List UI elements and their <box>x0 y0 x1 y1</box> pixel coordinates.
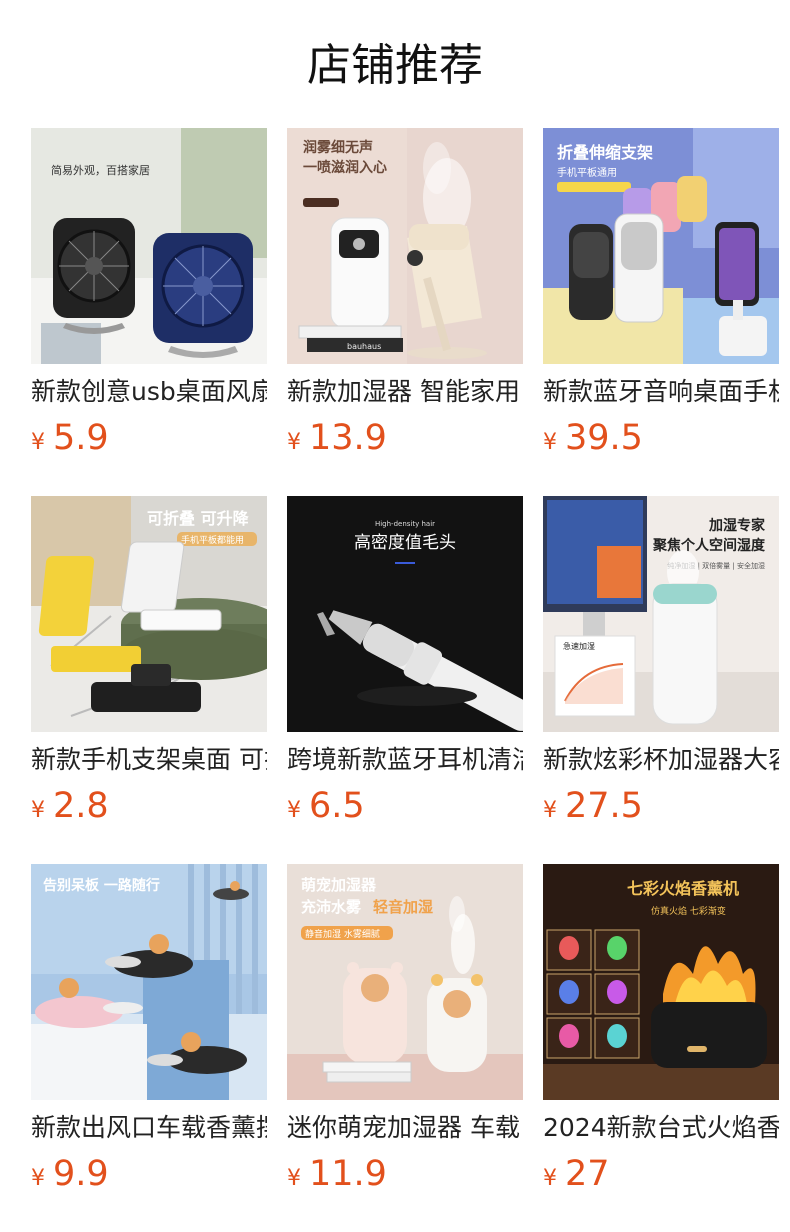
product-image-caption: High-density hair <box>375 520 435 528</box>
price-value: 39.5 <box>565 418 643 458</box>
product-image-caption: 可折叠 可升降 <box>147 509 250 528</box>
product-card[interactable]: 折叠伸缩支架 手机平板通用 新款蓝牙音响桌面手机支架 <box>543 128 779 468</box>
currency-symbol: ¥ <box>543 798 557 823</box>
flame-aroma-icon: 七彩火焰香薰机 仿真火焰 七彩渐变 <box>543 864 779 1100</box>
product-image-caption: 萌宠加湿器 <box>301 876 377 894</box>
product-image[interactable]: 萌宠加湿器 充沛水雾 轻音加湿 静音加湿 水雾细腻 <box>287 864 523 1100</box>
product-card[interactable]: 可折叠 可升降 手机平板都能用 新款手机支架桌面 可折叠 ¥2.8 <box>31 496 267 836</box>
product-image-caption: 轻音加湿 <box>373 898 433 916</box>
product-image-caption: 润雾细无声 <box>303 139 373 156</box>
product-image[interactable]: 可折叠 可升降 手机平板都能用 <box>31 496 267 732</box>
price-value: 11.9 <box>309 1154 387 1194</box>
product-image-caption: 手机平板通用 <box>557 166 617 179</box>
product-title[interactable]: 跨境新款蓝牙耳机清洁笔 <box>287 744 523 778</box>
product-image[interactable]: 简易外观，百搭家居 <box>31 128 267 364</box>
product-card[interactable]: High-density hair 高密度值毛头 跨境新款蓝牙耳机清洁笔 ¥6.… <box>287 496 523 836</box>
product-price: ¥27 <box>543 1152 610 1196</box>
currency-symbol: ¥ <box>287 430 301 455</box>
phone-stand-icon: 可折叠 可升降 手机平板都能用 <box>31 496 267 732</box>
product-image[interactable]: High-density hair 高密度值毛头 <box>287 496 523 732</box>
price-value: 13.9 <box>309 418 387 458</box>
product-price: ¥27.5 <box>543 784 643 828</box>
product-title[interactable]: 新款出风口车载香薰摆件 <box>31 1112 267 1146</box>
product-title[interactable]: 新款炫彩杯加湿器大容量 <box>543 744 779 778</box>
product-title[interactable]: 迷你萌宠加湿器 车载 <box>287 1112 523 1146</box>
price-value: 27 <box>565 1154 610 1194</box>
product-price: ¥5.9 <box>31 416 109 460</box>
product-card[interactable]: 润雾细无声 一喷滋润入心 bauhaus 新款加湿器 智能家用 ¥ 13.9 <box>287 128 523 468</box>
product-title[interactable]: 新款加湿器 智能家用 <box>287 376 523 410</box>
desk-fan-icon: 简易外观，百搭家居 <box>31 128 267 364</box>
humidifier-icon: 润雾细无声 一喷滋润入心 bauhaus <box>287 128 523 364</box>
product-card[interactable]: 萌宠加湿器 充沛水雾 轻音加湿 静音加湿 水雾细腻 迷你萌宠加湿器 车载 ¥ 1… <box>287 864 523 1204</box>
cup-humidifier-icon: 加湿专家 聚焦个人空间湿度 纯净加湿 | 双倍雾量 | 安全加湿 急速加湿 <box>543 496 779 732</box>
currency-symbol: ¥ <box>543 430 557 455</box>
product-card[interactable]: 简易外观，百搭家居 新款创意usb桌面风扇 ¥ 5.9 <box>31 128 267 468</box>
currency-symbol: ¥ <box>31 430 45 455</box>
price-value: 2.8 <box>53 786 109 826</box>
speaker-stand-icon: 折叠伸缩支架 手机平板通用 <box>543 128 779 364</box>
product-image[interactable]: 告别呆板 一路随行 <box>31 864 267 1100</box>
currency-symbol: ¥ <box>287 1166 301 1191</box>
product-title[interactable]: 新款创意usb桌面风扇 <box>31 376 267 410</box>
product-image-caption: 静音加湿 水雾细腻 <box>305 928 380 940</box>
price-value: 9.9 <box>53 1154 109 1194</box>
product-price: ¥9.9 <box>31 1152 109 1196</box>
page-title: 店铺推荐 <box>307 40 483 91</box>
product-image-caption: 一喷滋润入心 <box>303 159 387 176</box>
product-image[interactable]: 七彩火焰香薰机 仿真火焰 七彩渐变 <box>543 864 779 1100</box>
currency-symbol: ¥ <box>31 1166 45 1191</box>
product-image-caption: 加湿专家 <box>708 517 766 534</box>
product-image-caption: 简易外观，百搭家居 <box>51 163 150 177</box>
price-value: 5.9 <box>53 418 109 458</box>
product-card[interactable]: 告别呆板 一路随行 新款出风口车载香薰摆件 ¥9.9 <box>31 864 267 1204</box>
price-value: 27.5 <box>565 786 643 826</box>
product-image-caption: 高密度值毛头 <box>354 533 456 553</box>
product-image-caption: 仿真火焰 七彩渐变 <box>651 905 726 917</box>
product-card[interactable]: 加湿专家 聚焦个人空间湿度 纯净加湿 | 双倍雾量 | 安全加湿 急速加湿 新款… <box>543 496 779 836</box>
product-price: ¥6.5 <box>287 784 365 828</box>
product-image-caption: 手机平板都能用 <box>181 534 244 546</box>
product-price: ¥39.5 <box>543 416 643 460</box>
product-image[interactable]: 折叠伸缩支架 手机平板通用 <box>543 128 779 364</box>
product-image[interactable]: 加湿专家 聚焦个人空间湿度 纯净加湿 | 双倍雾量 | 安全加湿 急速加湿 <box>543 496 779 732</box>
product-image-caption: 聚焦个人空间湿度 <box>652 537 766 554</box>
currency-symbol: ¥ <box>287 798 301 823</box>
product-image-caption: 告别呆板 一路随行 <box>43 877 160 894</box>
product-image-caption: 折叠伸缩支架 <box>557 143 653 162</box>
product-image-caption: 充沛水雾 <box>301 898 362 916</box>
product-title[interactable]: 新款蓝牙音响桌面手机支架 <box>543 376 779 410</box>
product-image-caption: 急速加湿 <box>563 641 595 651</box>
product-price: ¥2.8 <box>31 784 109 828</box>
product-image[interactable]: 润雾细无声 一喷滋润入心 bauhaus <box>287 128 523 364</box>
product-price: ¥11.9 <box>287 1152 387 1196</box>
price-value: 6.5 <box>309 786 365 826</box>
product-card[interactable]: 七彩火焰香薰机 仿真火焰 七彩渐变 2024新款台式火焰香 ¥ 27 <box>543 864 779 1204</box>
cleaning-pen-icon: High-density hair 高密度值毛头 <box>287 496 523 732</box>
product-price: ¥13.9 <box>287 416 387 460</box>
pet-humidifier-icon: 萌宠加湿器 充沛水雾 轻音加湿 静音加湿 水雾细腻 <box>287 864 523 1100</box>
currency-symbol: ¥ <box>31 798 45 823</box>
currency-symbol: ¥ <box>543 1166 557 1191</box>
product-image-caption: bauhaus <box>347 342 381 351</box>
product-image-caption: 七彩火焰香薰机 <box>627 879 739 898</box>
product-title[interactable]: 新款手机支架桌面 可折叠 <box>31 744 267 778</box>
car-aroma-icon: 告别呆板 一路随行 <box>31 864 267 1100</box>
product-title[interactable]: 2024新款台式火焰香薰机 <box>543 1112 779 1146</box>
